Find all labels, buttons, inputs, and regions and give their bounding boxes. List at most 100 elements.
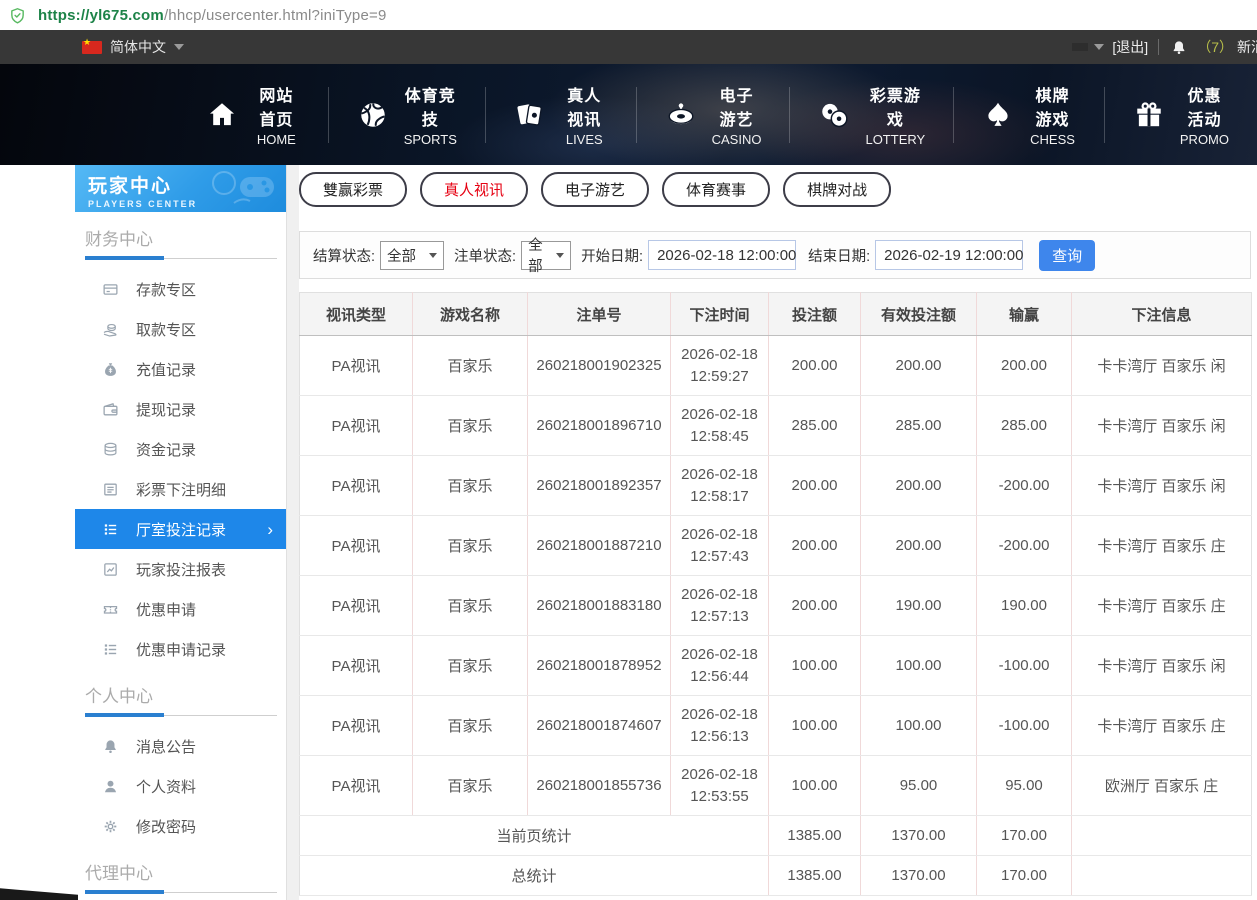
tab[interactable]: 棋牌对战 xyxy=(783,172,891,207)
video-type-cell: PA视讯 xyxy=(300,456,413,516)
win-loss-cell: 200.00 xyxy=(977,336,1072,396)
order-no-cell: 260218001892357 xyxy=(528,456,671,516)
bet-time-cell: 2026-02-1812:57:13 xyxy=(671,576,769,636)
video-type-cell: PA视讯 xyxy=(300,696,413,756)
sidebar-section: 个人中心消息公告个人资料修改密码 xyxy=(75,669,286,846)
logout-button[interactable]: [退出] xyxy=(1112,37,1148,57)
sidebar-item[interactable]: 消息公告 xyxy=(75,726,286,766)
order-no-cell: 260218001878952 xyxy=(528,636,671,696)
valid-bet-cell: 190.00 xyxy=(861,576,977,636)
video-type-cell: PA视讯 xyxy=(300,516,413,576)
bet-info-cell: 卡卡湾厅 百家乐 闲 xyxy=(1072,336,1252,396)
summary-value-cell: 170.00 xyxy=(977,816,1072,856)
order-no-cell: 260218001902325 xyxy=(528,336,671,396)
bet-info-cell: 卡卡湾厅 百家乐 庄 xyxy=(1072,516,1252,576)
nav-item-chess[interactable]: 棋牌游戏CHESS xyxy=(954,87,1105,143)
sidebar-item-label: 玩家投注报表 xyxy=(136,559,226,580)
column-header: 下注时间 xyxy=(671,293,769,336)
sidebar-item[interactable]: 取款专区 xyxy=(75,309,286,349)
tab-active[interactable]: 真人视讯 xyxy=(420,172,528,207)
nav-item-sports[interactable]: 体育竞技SPORTS xyxy=(329,87,486,143)
video-type-cell: PA视讯 xyxy=(300,576,413,636)
settle-status-select[interactable]: 全部 xyxy=(380,241,444,270)
nav-item-lives[interactable]: 真人视讯LIVES xyxy=(486,87,637,143)
bell-icon xyxy=(102,738,119,755)
sidebar-item[interactable]: 存款专区 xyxy=(75,269,286,309)
url-text[interactable]: https://yl675.com/hhcp/usercenter.html?i… xyxy=(38,7,387,24)
browser-address-bar[interactable]: https://yl675.com/hhcp/usercenter.html?i… xyxy=(0,0,1257,30)
win-loss-cell: -100.00 xyxy=(977,636,1072,696)
game-name-cell: 百家乐 xyxy=(413,396,528,456)
order-no-cell: 260218001874607 xyxy=(528,696,671,756)
nav-label-cn: 体育竞技 xyxy=(404,82,457,130)
bet-info-cell: 欧洲厅 百家乐 庄 xyxy=(1072,756,1252,816)
sidebar-item-label: 个人资料 xyxy=(136,776,196,797)
order-status-label: 注单状态: xyxy=(454,245,516,266)
valid-bet-cell: 200.00 xyxy=(861,456,977,516)
column-header: 有效投注额 xyxy=(861,293,977,336)
nav-item-lottery[interactable]: 彩票游戏LOTTERY xyxy=(790,87,954,143)
valid-bet-cell: 200.00 xyxy=(861,336,977,396)
sidebar-item[interactable]: 厅室投注记录› xyxy=(75,509,286,549)
sidebar-item[interactable]: 修改密码 xyxy=(75,806,286,846)
secure-shield-icon xyxy=(9,6,26,25)
search-button[interactable]: 查询 xyxy=(1039,240,1095,271)
valid-bet-cell: 100.00 xyxy=(861,636,977,696)
tab[interactable]: 电子游艺 xyxy=(541,172,649,207)
language-selector[interactable]: ★ 简体中文 xyxy=(82,37,184,57)
message-label[interactable]: 新消息 xyxy=(1237,37,1257,57)
summary-value-cell: 1385.00 xyxy=(769,856,861,896)
tab[interactable]: 体育赛事 xyxy=(662,172,770,207)
order-no-cell: 260218001855736 xyxy=(528,756,671,816)
order-status-select[interactable]: 全部 xyxy=(521,241,571,270)
nav-label-en: CHESS xyxy=(1029,132,1076,147)
nav-label-cn: 电子游艺 xyxy=(712,82,762,130)
sidebar-item-label: 充值记录 xyxy=(136,359,196,380)
bell-icon[interactable] xyxy=(1171,39,1187,56)
chevron-down-icon[interactable] xyxy=(1094,44,1104,50)
nav-item-promo[interactable]: 优惠活动PROMO xyxy=(1105,87,1257,143)
sidebar-item-label: 取款专区 xyxy=(136,319,196,340)
win-loss-cell: 190.00 xyxy=(977,576,1072,636)
bet-amount-cell: 100.00 xyxy=(769,756,861,816)
hand-icon xyxy=(102,321,119,338)
sidebar-item[interactable]: 优惠申请 xyxy=(75,589,286,629)
nav-item-home[interactable]: 网站首页HOME xyxy=(178,87,329,143)
sidebar-item[interactable]: 个人资料 xyxy=(75,766,286,806)
sidebar-item[interactable]: 彩票下注明细 xyxy=(75,469,286,509)
nav-label-en: SPORTS xyxy=(404,132,457,147)
game-name-cell: 百家乐 xyxy=(413,456,528,516)
nav-item-casino[interactable]: 电子游艺CASINO xyxy=(637,87,791,143)
username-redacted[interactable] xyxy=(1072,43,1088,51)
sidebar-section: 财务中心存款专区取款专区充值记录提现记录资金记录彩票下注明细厅室投注记录›玩家投… xyxy=(75,212,286,669)
sidebar-item[interactable]: 充值记录 xyxy=(75,349,286,389)
lottery-icon xyxy=(818,99,850,131)
summary-row: 总统计1385.001370.00170.00 xyxy=(300,856,1252,896)
sidebar-item-label: 厅室投注记录 xyxy=(136,519,226,540)
sidebar-item[interactable]: 提现记录 xyxy=(75,389,286,429)
card-icon xyxy=(102,281,119,298)
bet-info-cell: 卡卡湾厅 百家乐 闲 xyxy=(1072,456,1252,516)
column-header: 视讯类型 xyxy=(300,293,413,336)
bet-time-cell: 2026-02-1812:58:45 xyxy=(671,396,769,456)
ticket-icon xyxy=(102,601,119,618)
start-date-input[interactable]: 2026-02-18 12:00:00 xyxy=(648,240,796,270)
china-flag-icon: ★ xyxy=(82,41,102,54)
sidebar-item[interactable]: 玩家投注报表 xyxy=(75,549,286,589)
message-count[interactable]: （7） xyxy=(1197,37,1233,57)
tab[interactable]: 雙赢彩票 xyxy=(299,172,407,207)
bag-icon xyxy=(102,361,119,378)
bet-time-cell: 2026-02-1812:56:13 xyxy=(671,696,769,756)
sidebar-item[interactable]: 优惠申请记录 xyxy=(75,629,286,669)
bet-amount-cell: 100.00 xyxy=(769,696,861,756)
settle-status-value: 全部 xyxy=(387,245,416,266)
start-date-label: 开始日期: xyxy=(581,245,643,266)
sidebar: 玩家中心 PLAYERS CENTER 财务中心存款专区取款专区充值记录提现记录… xyxy=(75,165,287,900)
summary-label: 总统计 xyxy=(300,856,769,896)
sidebar-item[interactable]: 资金记录 xyxy=(75,429,286,469)
summary-empty-cell xyxy=(1072,816,1252,856)
end-date-input[interactable]: 2026-02-19 12:00:00 xyxy=(875,240,1023,270)
table-row: PA视讯百家乐2602180018831802026-02-1812:57:13… xyxy=(300,576,1252,636)
order-no-cell: 260218001887210 xyxy=(528,516,671,576)
table-row: PA视讯百家乐2602180018557362026-02-1812:53:55… xyxy=(300,756,1252,816)
